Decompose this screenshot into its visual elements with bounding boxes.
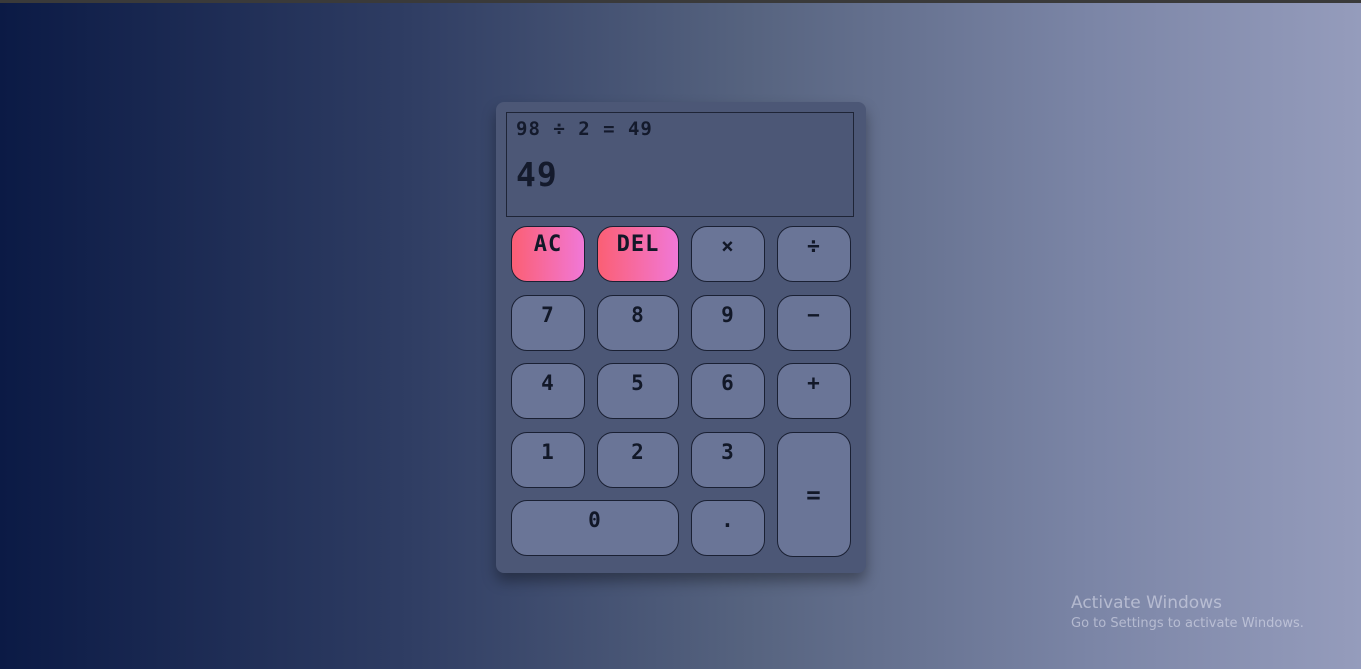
all-clear-button[interactable]: AC [511, 226, 585, 282]
previous-expression: 98 ÷ 2 = 49 [516, 118, 653, 140]
decimal-button[interactable]: . [691, 500, 765, 556]
digit-5-button[interactable]: 5 [597, 363, 679, 419]
digit-8-button[interactable]: 8 [597, 295, 679, 351]
digit-4-button[interactable]: 4 [511, 363, 585, 419]
subtract-button[interactable]: − [777, 295, 851, 351]
watermark-subtitle: Go to Settings to activate Windows. [1071, 616, 1304, 631]
activate-windows-watermark: Activate Windows Go to Settings to activ… [1071, 592, 1304, 633]
delete-button[interactable]: DEL [597, 226, 679, 282]
calculator: 98 ÷ 2 = 49 49 AC DEL × ÷ 7 8 9 − 4 5 6 … [496, 102, 866, 573]
add-button[interactable]: + [777, 363, 851, 419]
equals-button[interactable]: = [777, 432, 851, 557]
divide-button[interactable]: ÷ [777, 226, 851, 282]
digit-0-button[interactable]: 0 [511, 500, 679, 556]
digit-1-button[interactable]: 1 [511, 432, 585, 488]
current-result: 49 [516, 155, 558, 194]
window-top-border [0, 0, 1361, 3]
digit-3-button[interactable]: 3 [691, 432, 765, 488]
multiply-button[interactable]: × [691, 226, 765, 282]
digit-6-button[interactable]: 6 [691, 363, 765, 419]
digit-7-button[interactable]: 7 [511, 295, 585, 351]
calculator-display: 98 ÷ 2 = 49 49 [506, 112, 854, 217]
digit-2-button[interactable]: 2 [597, 432, 679, 488]
digit-9-button[interactable]: 9 [691, 295, 765, 351]
watermark-title: Activate Windows [1071, 593, 1222, 613]
